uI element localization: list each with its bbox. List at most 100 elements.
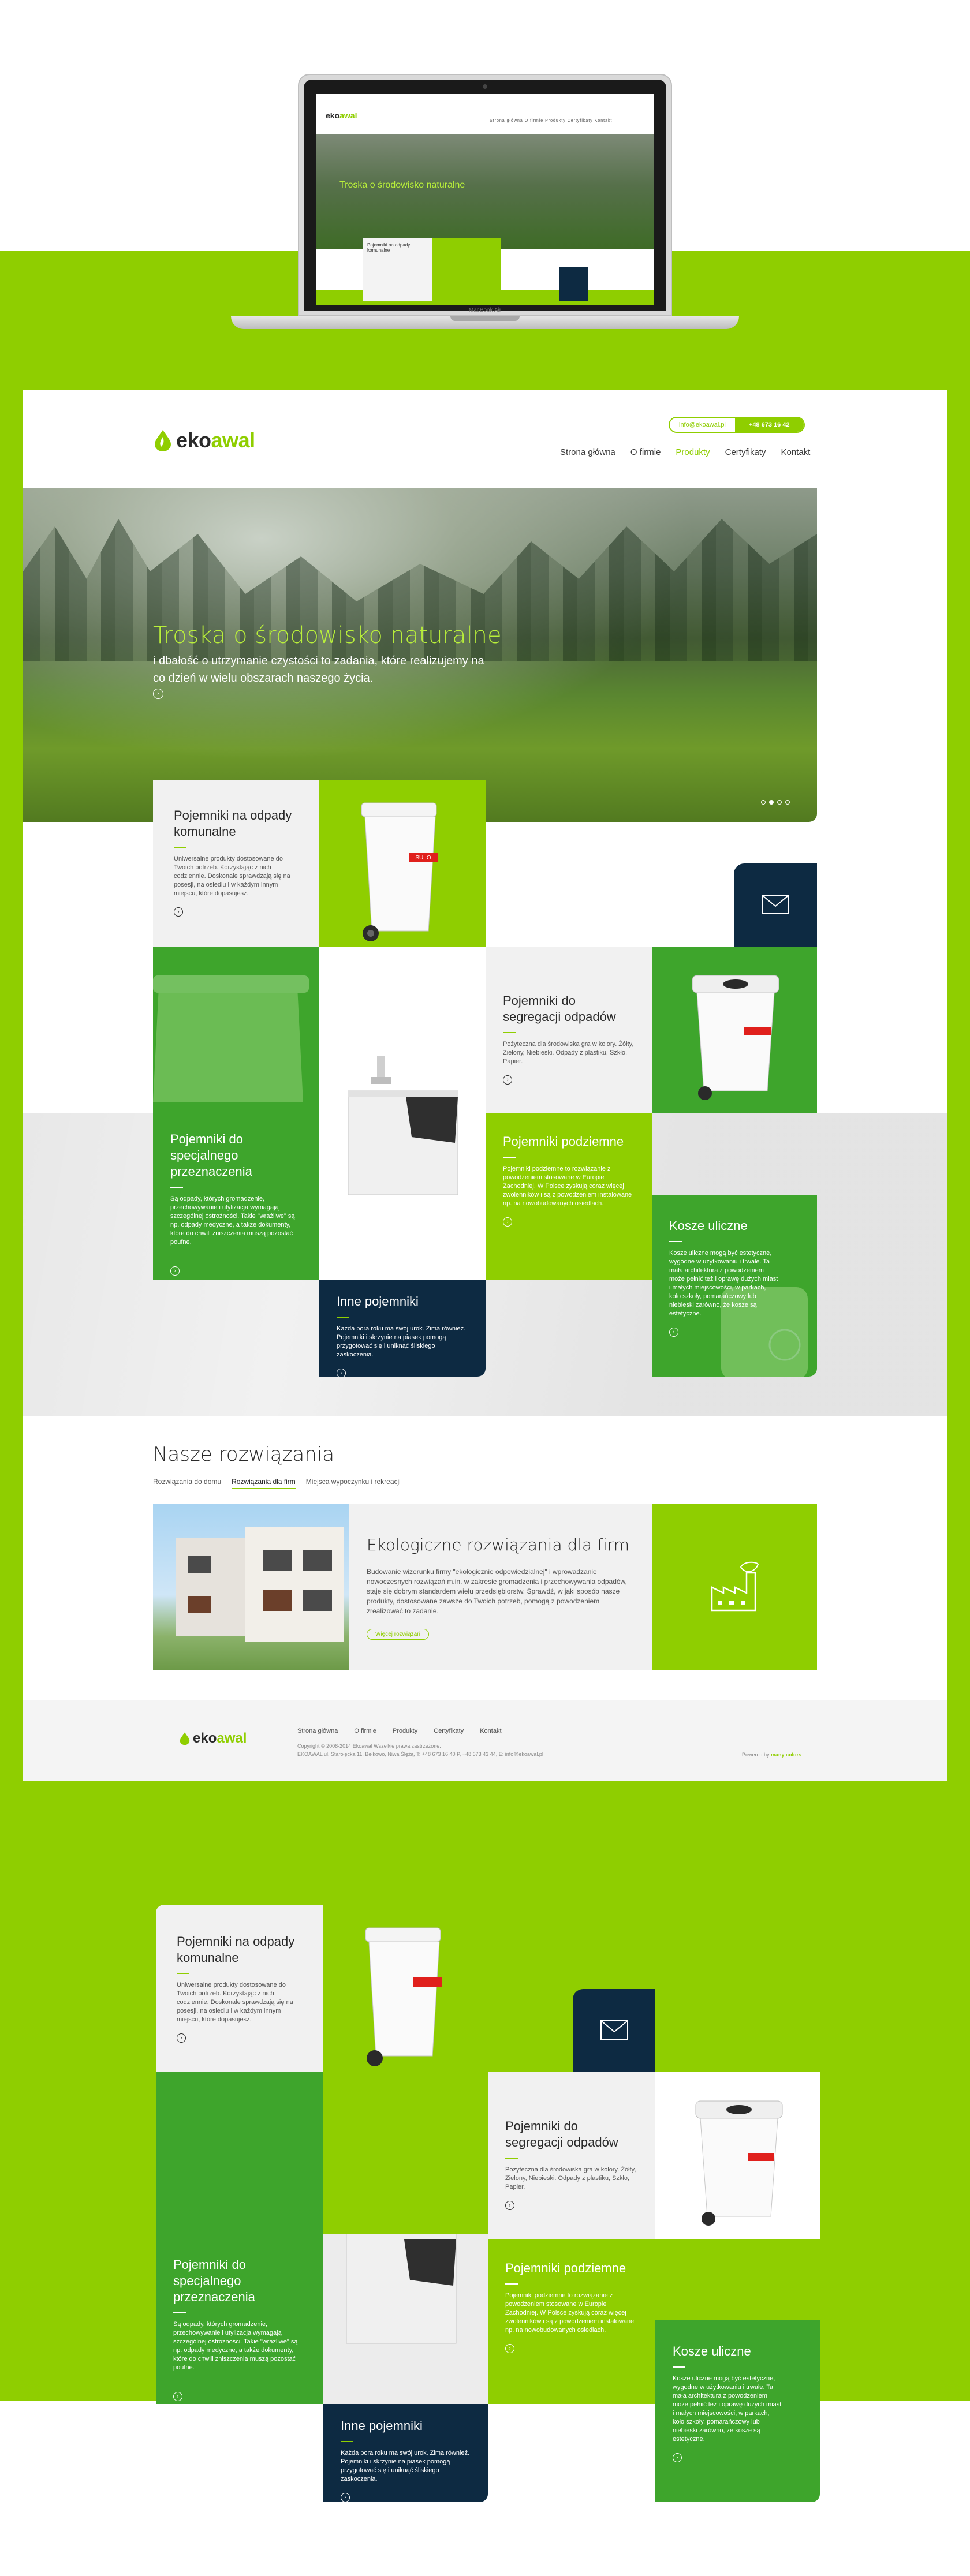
arrow-circle-icon[interactable]: › <box>503 1217 512 1227</box>
tile-divider <box>503 1032 516 1033</box>
arrow-circle-icon[interactable]: › <box>177 2033 186 2043</box>
tile-title: Pojemniki na odpady komunalne <box>174 808 292 839</box>
tile-divider <box>505 2283 518 2285</box>
preview-tile-specjalne[interactable]: Pojemniki do specjalnego przeznaczenia S… <box>156 2072 323 2404</box>
tile-title: Pojemniki na odpady komunalne <box>177 1934 295 1965</box>
phone-link[interactable]: +48 673 16 42 <box>734 418 804 432</box>
tile-kosze[interactable]: Kosze uliczne Kosze uliczne mogą być est… <box>652 1195 817 1377</box>
tile-text: Pojemniki podziemne to rozwiązanie z pow… <box>503 1165 632 1207</box>
tab-business[interactable]: Rozwiązania dla firm <box>232 1478 296 1489</box>
nav-item-certificates[interactable]: Certyfikaty <box>725 447 766 457</box>
preview-tile-podziemne[interactable]: Pojemniki podziemne Pojemniki podziemne … <box>488 2239 655 2404</box>
tile-segregacja[interactable]: Pojemniki do segregacji odpadów Pożytecz… <box>486 947 652 1113</box>
solution-heading: Ekologiczne rozwiązania dla firm <box>367 1535 630 1554</box>
tile-divider <box>174 847 186 848</box>
tile-komunalne[interactable]: Pojemniki na odpady komunalne Uniwersaln… <box>153 780 319 947</box>
arrow-circle-icon[interactable]: › <box>337 1369 346 1377</box>
email-link[interactable]: info@ekoawal.pl <box>670 418 735 432</box>
tab-leisure[interactable]: Miejsca wypoczynku i rekreacji <box>306 1478 401 1489</box>
arrow-circle-icon[interactable]: › <box>505 2344 514 2353</box>
preview-newsletter-tile[interactable] <box>573 1989 655 2072</box>
footer-link-contact[interactable]: Kontakt <box>480 1728 501 1734</box>
logo-text: ekoawal <box>176 428 255 452</box>
tile-title: Pojemniki podziemne <box>503 1134 624 1149</box>
sorting-bin-image <box>692 975 779 1100</box>
tile-divider <box>170 1187 183 1188</box>
footer-link-products[interactable]: Produkty <box>393 1728 417 1734</box>
tile-divider <box>173 2312 186 2313</box>
mini-card: Pojemniki na odpady komunalne <box>363 238 432 301</box>
nav-item-home[interactable]: Strona główna <box>560 447 615 457</box>
tile-text: Pożyteczna dla środowiska gra w kolory. … <box>503 1041 634 1065</box>
tile-podziemne[interactable]: Pojemniki podziemne Pojemniki podziemne … <box>486 1113 652 1280</box>
solutions-title: Nasze rozwiązania <box>153 1443 335 1466</box>
slider-dot[interactable] <box>769 800 774 805</box>
preview-underground-image <box>323 2234 488 2404</box>
tile-inne[interactable]: Inne pojemniki Każda pora roku ma swój u… <box>319 1280 486 1377</box>
tab-home[interactable]: Rozwiązania do domu <box>153 1478 221 1489</box>
nav-item-contact[interactable]: Kontakt <box>781 447 810 457</box>
tile-text: Kosze uliczne mogą być estetyczne, wygod… <box>673 2375 782 2443</box>
preview-tile-komunalne-image <box>323 1905 488 2072</box>
contact-pill: info@ekoawal.pl +48 673 16 42 <box>669 417 805 433</box>
arrow-circle-icon[interactable]: › <box>505 2201 514 2210</box>
footer-link-about[interactable]: O firmie <box>354 1728 376 1734</box>
preview-tile-segregacja[interactable]: Pojemniki do segregacji odpadów Pożytecz… <box>488 2072 655 2239</box>
powered-by-link[interactable]: many colors <box>771 1752 801 1758</box>
newsletter-tile[interactable] <box>734 863 817 947</box>
tile-title: Kosze uliczne <box>669 1218 748 1233</box>
more-solutions-button[interactable]: Więcej rozwiązań <box>367 1629 429 1640</box>
hero-subtitle: i dbałość o utrzymanie czystości to zada… <box>153 655 484 685</box>
wheelie-bin-image: SULO <box>361 802 438 941</box>
preview-tile-inne[interactable]: Inne pojemniki Każda pora roku ma swój u… <box>323 2404 488 2502</box>
arrow-circle-icon[interactable]: › <box>669 1328 678 1337</box>
tile-divider <box>337 1317 349 1318</box>
tile-text: Każda pora roku ma swój urok. Zima równi… <box>337 1325 466 1358</box>
preview-tile-komunalne[interactable]: Pojemniki na odpady komunalne Uniwersaln… <box>156 1905 323 2072</box>
footer-logo[interactable]: ekoawal <box>179 1730 247 1747</box>
arrow-circle-icon[interactable]: › <box>170 1266 180 1276</box>
mini-card-image <box>432 238 501 301</box>
slider-dots <box>761 800 790 805</box>
tile-divider <box>177 1973 189 1974</box>
footer-link-home[interactable]: Strona główna <box>297 1728 338 1734</box>
tile-title: Pojemniki do specjalnego przeznaczenia <box>173 2257 255 2304</box>
arrow-circle-icon[interactable]: › <box>173 2392 182 2401</box>
slider-dot[interactable] <box>761 800 766 805</box>
tile-text: Pojemniki podziemne to rozwiązanie z pow… <box>505 2292 635 2334</box>
slider-dot[interactable] <box>777 800 782 805</box>
tile-text: Są odpady, których gromadzenie, przechow… <box>173 2321 298 2371</box>
arrow-circle-icon[interactable]: › <box>673 2453 682 2462</box>
factory-leaf-icon <box>711 1561 759 1612</box>
tile-text: Każda pora roku ma swój urok. Zima równi… <box>341 2450 470 2482</box>
footer-link-certificates[interactable]: Certyfikaty <box>434 1728 464 1734</box>
tile-text: Uniwersalne produkty dostosowane do Twoi… <box>177 1981 293 2023</box>
tile-title: Inne pojemniki <box>341 2418 423 2433</box>
tile-title: Pojemniki do segregacji odpadów <box>505 2119 618 2149</box>
mini-nav: Strona główna O firmie Produkty Certyfik… <box>490 119 613 123</box>
arrow-circle-icon[interactable]: › <box>503 1075 512 1085</box>
hero-arrow-icon[interactable]: › <box>153 689 163 699</box>
big-container-image <box>153 975 309 1102</box>
arrow-circle-icon[interactable]: › <box>174 907 183 917</box>
preview-tile-kosze[interactable]: Kosze uliczne Kosze uliczne mogą być est… <box>655 2320 820 2502</box>
leaf-drop-icon <box>155 430 171 451</box>
logo[interactable]: ekoawal <box>153 428 255 453</box>
slider-dot[interactable] <box>785 800 790 805</box>
footer <box>23 1700 947 1781</box>
solution-icon-tile <box>652 1504 817 1670</box>
solution-text: Budowanie wizerunku firmy "ekologicznie … <box>367 1568 627 1615</box>
tile-specjalne[interactable]: Pojemniki do specjalnego przeznaczenia S… <box>153 947 319 1280</box>
footer-nav: Strona główna O firmie Produkty Certyfik… <box>297 1728 502 1734</box>
bin-label: SULO <box>415 855 431 861</box>
tile-title: Inne pojemniki <box>337 1294 419 1308</box>
laptop-camera <box>483 84 487 89</box>
laptop-screen: ekoawal Strona główna O firmie Produkty … <box>316 94 654 305</box>
wheelie-bin-image <box>365 1927 442 2066</box>
nav-item-about[interactable]: O firmie <box>630 447 661 457</box>
laptop-notch <box>450 316 520 321</box>
nav-item-products[interactable]: Produkty <box>676 447 710 457</box>
arrow-circle-icon[interactable]: › <box>341 2493 350 2502</box>
mini-logo: ekoawal <box>326 111 357 120</box>
tile-divider <box>673 2366 685 2368</box>
